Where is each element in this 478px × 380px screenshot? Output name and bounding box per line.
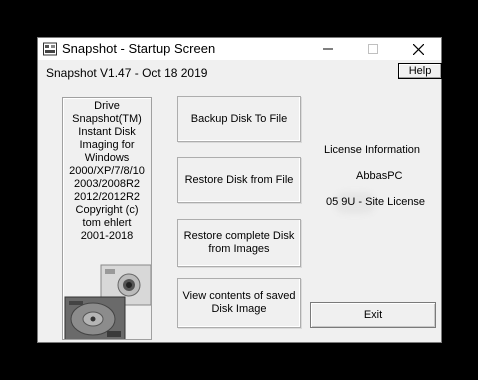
backup-disk-button[interactable]: Backup Disk To File (177, 96, 301, 142)
maximize-button[interactable] (350, 38, 395, 60)
product-info-text: Drive Snapshot(TM) Instant Disk Imaging … (69, 100, 145, 242)
exit-button[interactable]: Exit (310, 302, 436, 328)
close-button[interactable] (396, 38, 441, 60)
startup-window: Snapshot - Startup Screen Snapshot V1.47… (37, 37, 442, 343)
version-label: Snapshot V1.47 - Oct 18 2019 (46, 66, 208, 80)
app-icon (43, 42, 57, 56)
restore-complete-disk-button[interactable]: Restore complete Disk from Images (177, 219, 301, 267)
title-bar: Snapshot - Startup Screen (38, 38, 441, 60)
product-info-panel: Drive Snapshot(TM) Instant Disk Imaging … (62, 97, 152, 340)
license-key: 05 9U - Site License (326, 196, 426, 208)
help-button[interactable]: Help (398, 63, 442, 79)
hard-disk-camera-image (64, 264, 151, 339)
close-icon (413, 43, 424, 55)
view-contents-button[interactable]: View contents of saved Disk Image (177, 278, 301, 328)
restore-disk-button[interactable]: Restore Disk from File (177, 157, 301, 203)
minimize-button[interactable] (305, 38, 350, 60)
license-info-title: License Information (324, 144, 420, 156)
maximize-icon (367, 44, 378, 54)
window-title: Snapshot - Startup Screen (62, 41, 216, 56)
minimize-icon (322, 48, 333, 50)
license-name: AbbasPC (356, 170, 403, 182)
